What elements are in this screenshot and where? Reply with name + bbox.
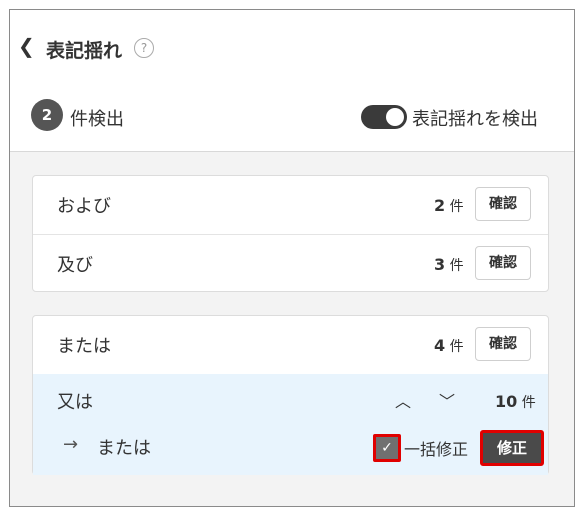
variance-count: 2 件 [434, 196, 464, 216]
panel-title: 表記揺れ [46, 40, 123, 62]
count-unit: 件 [449, 339, 464, 355]
variance-count: 10 件 [495, 392, 536, 412]
arrow-right-icon: → [63, 434, 79, 455]
chevron-left-icon[interactable]: ❮ [18, 34, 35, 58]
count-number: 4 [434, 336, 446, 355]
panel-header: ❮ 表記揺れ ? 2 件検出 表記揺れを検出 [10, 10, 574, 152]
variance-word: 又は [57, 392, 93, 413]
variance-word: 及び [57, 255, 93, 276]
detect-toggle-label: 表記揺れを検出 [412, 109, 538, 130]
bulk-fix-checkbox[interactable]: ✓ [373, 434, 401, 462]
count-number: 2 [434, 196, 446, 215]
count-number: 3 [434, 255, 446, 274]
toggle-knob [386, 108, 404, 126]
expanded-variance-row: 又は ︿ ﹀ 10 件 → または ✓ 一括修正 修正 [33, 374, 548, 475]
count-unit: 件 [449, 258, 464, 274]
panel-body: および 2 件 確認 及び 3 件 確認 または 4 件 確認 又は ︿ ﹀ 1… [10, 152, 574, 506]
replacement-word: または [97, 438, 151, 459]
variance-group-card: または 4 件 確認 又は ︿ ﹀ 10 件 → または ✓ 一括修正 修正 [32, 315, 549, 475]
bulk-fix-label: 一括修正 [404, 440, 469, 459]
detected-count-badge: 2 [31, 99, 63, 131]
variance-row: または 4 件 確認 [33, 316, 548, 373]
notation-variance-panel: ❮ 表記揺れ ? 2 件検出 表記揺れを検出 および 2 件 確認 及び 3 件… [9, 9, 575, 507]
variance-count: 3 件 [434, 255, 464, 275]
detect-toggle[interactable] [361, 105, 407, 129]
variance-word: および [57, 196, 111, 217]
confirm-button[interactable]: 確認 [475, 327, 531, 361]
confirm-button[interactable]: 確認 [475, 187, 531, 221]
chevron-up-icon[interactable]: ︿ [395, 388, 411, 412]
question-circle-icon[interactable]: ? [134, 38, 154, 58]
detected-count-label: 件検出 [70, 109, 124, 130]
variance-row: および 2 件 確認 [33, 176, 548, 233]
variance-count: 4 件 [434, 336, 464, 356]
chevron-down-icon[interactable]: ﹀ [439, 388, 455, 412]
variance-row: 及び 3 件 確認 [33, 234, 548, 292]
confirm-button[interactable]: 確認 [475, 246, 531, 280]
count-unit: 件 [449, 199, 464, 215]
variance-word: または [57, 336, 111, 357]
count-number: 10 [495, 392, 518, 411]
count-unit: 件 [521, 395, 536, 411]
variance-group-card: および 2 件 確認 及び 3 件 確認 [32, 175, 549, 292]
fix-button[interactable]: 修正 [480, 430, 544, 466]
